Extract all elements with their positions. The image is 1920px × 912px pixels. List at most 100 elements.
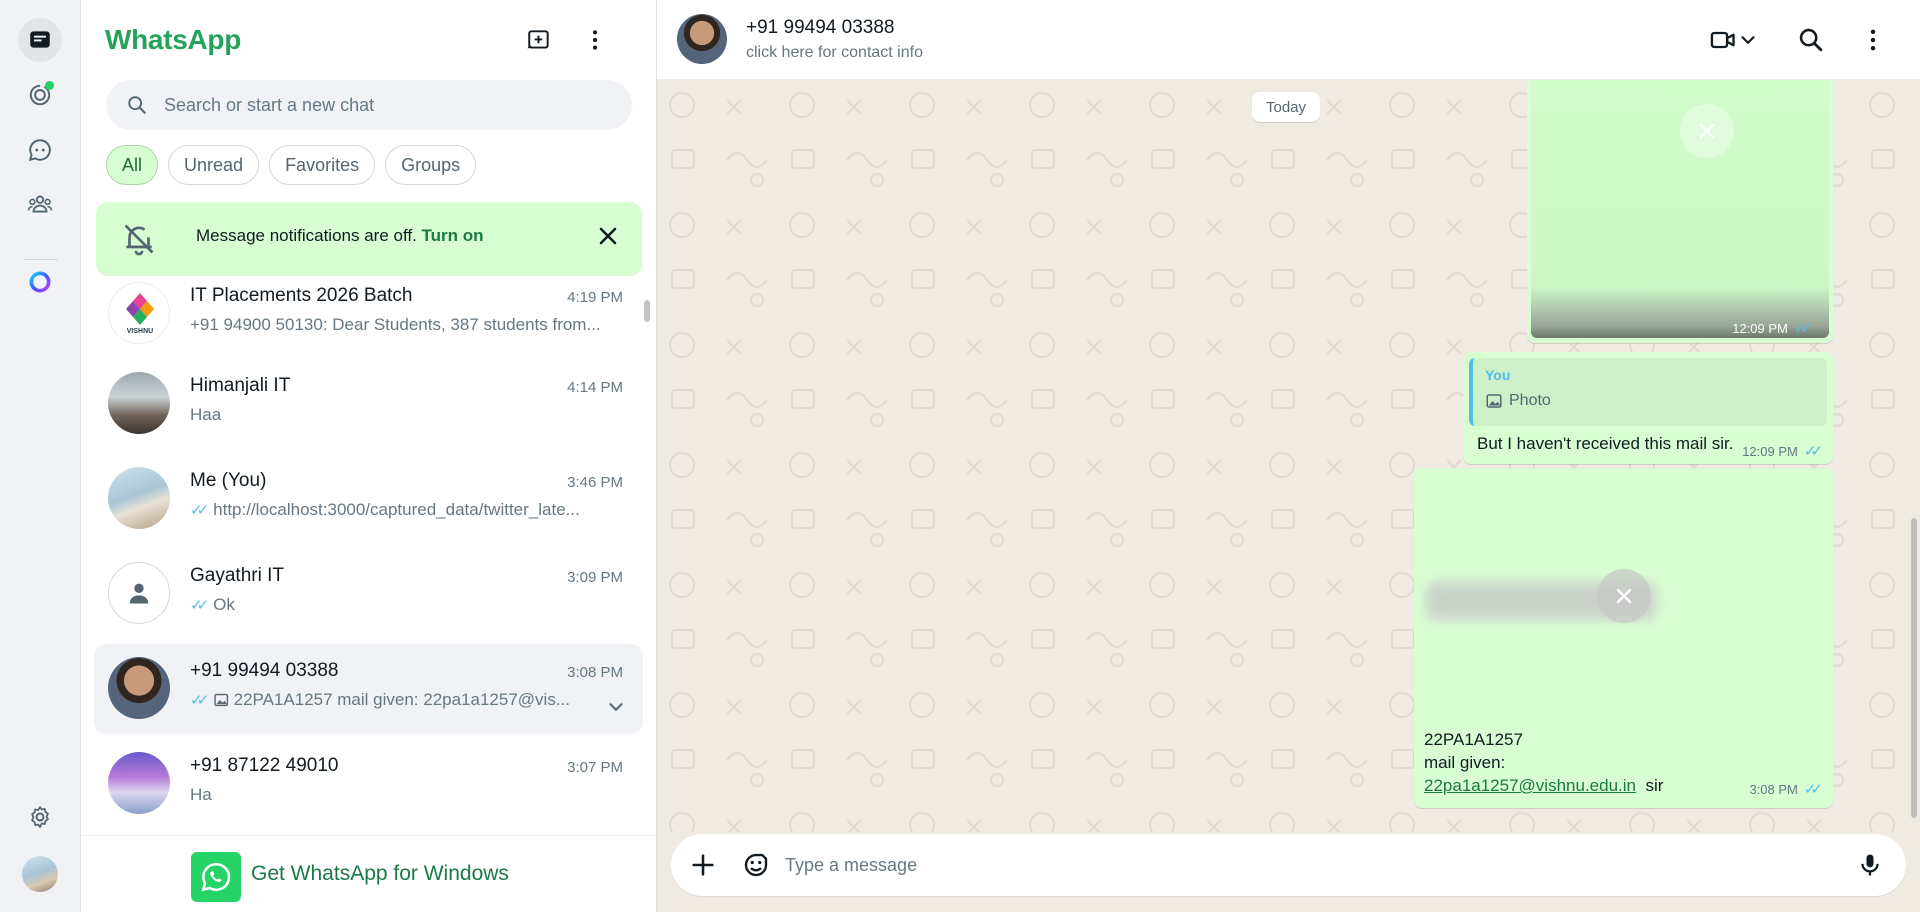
message-input[interactable]: [785, 850, 1785, 880]
conversation-scrollbar[interactable]: [1911, 518, 1917, 818]
conversation-header[interactable]: +91 99494 03388 click here for contact i…: [657, 0, 1920, 80]
chat-preview-text: Ha: [190, 785, 212, 804]
read-ticks-icon: ✓✓: [190, 597, 209, 614]
cancel-download-button[interactable]: [1680, 104, 1734, 158]
caption-line-2: mail given:: [1424, 753, 1506, 772]
chat-name: Me (You): [190, 470, 267, 491]
chat-preview: ✓✓ 22PA1A1257 mail given: 22pa1a1257@vis…: [190, 690, 570, 710]
status-nav-button[interactable]: [18, 73, 62, 117]
filter-all[interactable]: All: [106, 145, 159, 185]
get-app-label: Get WhatsApp for Windows: [251, 862, 509, 885]
quote-author: You: [1485, 367, 1511, 383]
meta-ai-nav-button[interactable]: [18, 260, 62, 304]
avatar: VISHNU: [108, 282, 170, 344]
chat-name: +91 87122 49010: [190, 755, 339, 776]
chat-preview-text: Haa: [190, 405, 222, 424]
filter-unread[interactable]: Unread: [168, 145, 260, 185]
contact-avatar[interactable]: [677, 14, 727, 64]
chat-row-selected[interactable]: +91 99494 03388 3:08 PM ✓✓ 22PA1A1257 ma…: [94, 644, 643, 734]
avatar: [108, 372, 170, 434]
chat-list-panel: WhatsApp All Unread Favorites Groups Mes…: [81, 0, 657, 912]
close-icon: [1699, 123, 1715, 139]
contact-name[interactable]: +91 99494 03388: [746, 17, 894, 39]
quote-content: Photo: [1485, 392, 1551, 410]
read-ticks-icon: ✓✓: [190, 692, 209, 709]
chat-preview: ✓✓ Ok: [190, 595, 600, 615]
attach-plus-icon[interactable]: [689, 851, 717, 879]
read-ticks-icon: ✓✓: [1793, 320, 1813, 337]
chat-time: 3:46 PM: [567, 474, 623, 491]
filter-chips: All Unread Favorites Groups: [106, 145, 477, 185]
close-icon[interactable]: [594, 222, 622, 250]
notification-message: Message notifications are off. Turn on: [196, 226, 484, 246]
get-app-banner[interactable]: Get WhatsApp for Windows: [81, 835, 656, 912]
search-icon: [1799, 28, 1823, 52]
message-composer: [671, 834, 1906, 896]
chat-preview: Haa: [190, 405, 600, 425]
list-menu-button[interactable]: [577, 22, 613, 58]
chat-preview-text: +91 94900 50130: Dear Students, 387 stud…: [190, 315, 600, 334]
chat-preview: +91 94900 50130: Dear Students, 387 stud…: [190, 315, 600, 335]
chat-time: 3:09 PM: [567, 569, 623, 586]
mic-icon[interactable]: [1856, 850, 1884, 880]
chat-name: IT Placements 2026 Batch: [190, 285, 413, 306]
message-time: 12:09 PM: [1732, 320, 1788, 336]
notification-banner: Message notifications are off. Turn on: [96, 202, 642, 276]
caption-line-1: 22PA1A1257: [1424, 730, 1523, 749]
quoted-message[interactable]: You Photo: [1469, 358, 1827, 426]
meta-ai-icon: [29, 271, 51, 293]
email-link[interactable]: 22pa1a1257@vishnu.edu.in: [1424, 776, 1636, 795]
image-preview[interactable]: [1531, 80, 1829, 338]
app-title: WhatsApp: [105, 24, 242, 55]
chat-preview-text: Ok: [213, 595, 235, 614]
conversation-search-button[interactable]: [1797, 24, 1825, 56]
chat-name: Gayathri IT: [190, 565, 284, 586]
settings-nav-button[interactable]: [18, 795, 62, 839]
caption-suffix: sir: [1645, 776, 1664, 795]
cancel-download-button[interactable]: [1597, 569, 1651, 623]
message-text: But I haven't received this mail sir.: [1477, 434, 1734, 453]
message-time: 12:09 PM: [1742, 443, 1798, 459]
communities-icon: [27, 195, 53, 213]
chevron-down-icon: [1741, 36, 1755, 45]
filter-favorites[interactable]: Favorites: [269, 145, 376, 185]
chat-time: 3:08 PM: [567, 664, 623, 681]
chats-nav-button[interactable]: [18, 18, 62, 62]
chat-row-it-placements[interactable]: VISHNU IT Placements 2026 Batch 4:19 PM …: [94, 282, 643, 359]
message-image-bubble[interactable]: 12:09 PM ✓✓: [1527, 80, 1833, 343]
menu-icon: [592, 30, 598, 50]
chat-name: +91 99494 03388: [190, 660, 339, 681]
message-meta: 12:09 PM ✓✓: [1732, 319, 1813, 337]
chat-row-87122[interactable]: +91 87122 49010 3:07 PM Ha: [94, 739, 643, 829]
read-ticks-icon: ✓✓: [1803, 781, 1823, 798]
conversation-menu-button[interactable]: [1859, 24, 1887, 56]
chat-list-scrollbar[interactable]: [644, 300, 650, 322]
whatsapp-logo-icon: [191, 852, 241, 902]
date-divider: Today: [1252, 92, 1321, 122]
chat-row-me[interactable]: Me (You) 3:46 PM ✓✓ http://localhost:3000…: [94, 454, 643, 544]
profile-avatar[interactable]: [22, 856, 58, 892]
message-meta: 3:08 PM ✓✓: [1749, 780, 1823, 798]
default-person-icon: [129, 583, 149, 604]
search-input[interactable]: [164, 94, 584, 116]
sticker-icon[interactable]: [741, 850, 771, 880]
contact-info-hint[interactable]: click here for contact info: [746, 44, 923, 62]
chevron-down-icon[interactable]: [605, 696, 627, 718]
chat-row-gayathri[interactable]: Gayathri IT 3:09 PM ✓✓ Ok: [94, 549, 643, 639]
new-chat-button[interactable]: [521, 22, 557, 58]
filter-groups[interactable]: Groups: [385, 145, 477, 185]
channels-icon: [28, 139, 51, 162]
message-meta: 12:09 PM ✓✓: [1742, 442, 1823, 460]
message-image-caption-bubble[interactable]: 22PA1A1257 mail given: 22pa1a1257@vishnu…: [1414, 468, 1833, 808]
communities-nav-button[interactable]: [18, 182, 62, 226]
video-call-button[interactable]: [1709, 24, 1759, 56]
chat-row-himanjali[interactable]: Himanjali IT 4:14 PM Haa: [94, 359, 643, 449]
turn-on-link[interactable]: Turn on: [422, 226, 484, 245]
avatar: [108, 467, 170, 529]
avatar: [108, 562, 170, 624]
nav-rail: [0, 0, 81, 912]
channels-nav-button[interactable]: [18, 128, 62, 172]
message-reply-bubble[interactable]: You Photo But I haven't received this ma…: [1463, 352, 1833, 464]
menu-icon: [1870, 29, 1876, 51]
chat-time: 4:19 PM: [567, 289, 623, 306]
